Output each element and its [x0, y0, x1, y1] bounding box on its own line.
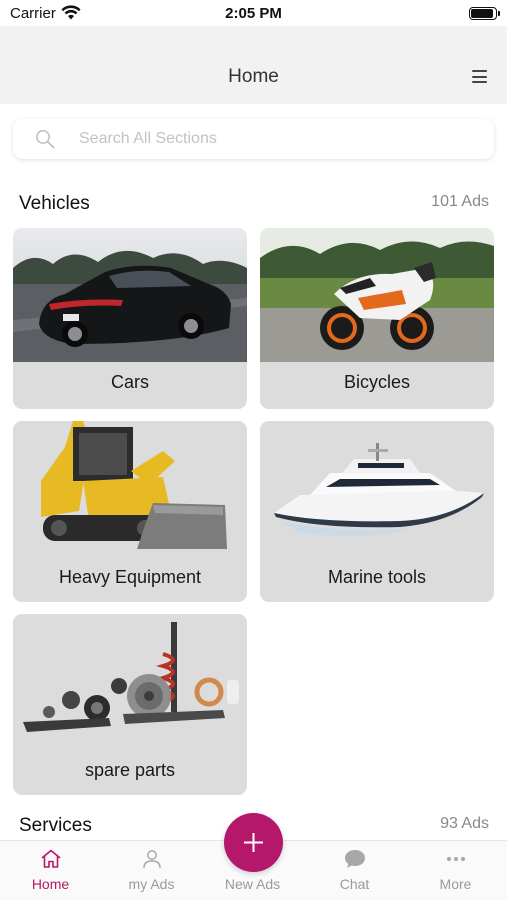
spare-parts-image — [13, 614, 247, 750]
tab-label: my Ads — [128, 876, 175, 892]
category-label: spare parts — [84, 760, 176, 780]
search-bar — [13, 119, 494, 159]
tab-more[interactable]: More — [405, 841, 506, 900]
category-label: Marine tools — [327, 567, 427, 587]
skid-steer-loader-image — [13, 421, 247, 557]
category-label: Heavy Equipment — [58, 567, 202, 587]
section-ad-count: 93 Ads — [440, 815, 489, 832]
yacht-image — [260, 421, 494, 557]
tab-label: New Ads — [224, 876, 281, 892]
category-label: Bicycles — [343, 372, 410, 392]
user-icon — [143, 850, 161, 869]
car-image — [13, 228, 247, 362]
hamburger-menu-icon[interactable] — [472, 70, 487, 83]
tab-label: Home — [31, 876, 70, 892]
category-label: Cars — [110, 372, 149, 392]
page-title: Home — [228, 66, 279, 87]
status-bar: Carrier 2:05 PM — [0, 0, 507, 26]
tab-label: Chat — [339, 876, 370, 892]
category-card-cars[interactable]: Cars — [13, 228, 247, 409]
section-ad-count: 101 Ads — [431, 193, 489, 210]
home-icon — [41, 849, 61, 868]
tab-chat[interactable]: Chat — [304, 841, 405, 900]
category-card-marine-tools[interactable]: Marine tools — [260, 421, 494, 602]
more-dots-icon — [447, 857, 465, 861]
battery-icon — [469, 7, 500, 20]
category-card-bicycles[interactable]: Bicycles — [260, 228, 494, 409]
status-time: 2:05 PM — [225, 5, 282, 22]
search-input[interactable] — [79, 119, 479, 159]
plus-icon — [244, 833, 263, 852]
category-card-spare-parts[interactable]: spare parts — [13, 614, 247, 795]
vehicles-section-header: Vehicles 101 Ads — [0, 193, 507, 217]
motorcycle-image — [260, 228, 494, 362]
tab-my-ads[interactable]: my Ads — [101, 841, 202, 900]
search-icon — [36, 130, 55, 149]
navigation-bar: Home — [0, 26, 507, 104]
section-title: Services — [19, 815, 92, 836]
chat-bubble-icon — [345, 850, 365, 868]
section-title: Vehicles — [19, 193, 90, 214]
tab-label: More — [439, 876, 472, 892]
category-card-heavy-equipment[interactable]: Heavy Equipment — [13, 421, 247, 602]
new-ad-button[interactable] — [224, 813, 283, 872]
tab-home[interactable]: Home — [0, 841, 101, 900]
